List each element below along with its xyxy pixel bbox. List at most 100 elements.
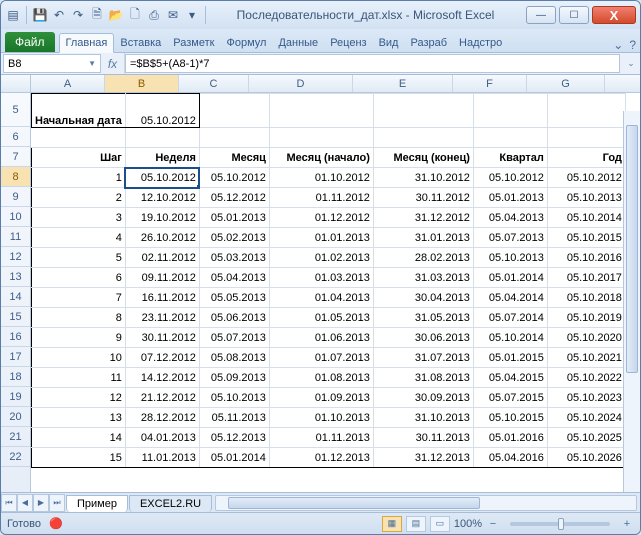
col-header-c[interactable]: C [179, 75, 249, 92]
tab-nav-prev-icon[interactable]: ◀ [17, 494, 33, 512]
cell[interactable]: 26.10.2012 [125, 228, 199, 248]
mail-icon[interactable]: ✉ [165, 7, 181, 23]
cell[interactable]: 05.08.2013 [199, 348, 269, 368]
minimize-button[interactable]: — [526, 6, 556, 24]
cell[interactable]: 05.10.2012 [473, 168, 547, 188]
cell[interactable]: 8 [32, 308, 126, 328]
cell[interactable]: 05.04.2016 [473, 448, 547, 468]
cell[interactable]: Год [547, 148, 625, 168]
formula-input[interactable]: =$B$5+(A8-1)*7 [125, 54, 620, 73]
cell[interactable]: 7 [32, 288, 126, 308]
cell[interactable] [373, 94, 473, 128]
cell[interactable]: 05.10.2018 [547, 288, 625, 308]
cell[interactable]: Месяц (начало) [269, 148, 373, 168]
cell[interactable]: 05.06.2013 [199, 308, 269, 328]
record-macro-icon[interactable]: 🔴 [49, 517, 63, 530]
cell[interactable]: 05.01.2014 [199, 448, 269, 468]
row-header[interactable]: 14 [1, 287, 30, 307]
row-header[interactable]: 8 [1, 167, 30, 187]
tab-nav-first-icon[interactable]: ⏮ [1, 494, 17, 512]
cell[interactable]: 23.11.2012 [125, 308, 199, 328]
row-header[interactable]: 11 [1, 227, 30, 247]
cell[interactable]: 01.03.2013 [269, 268, 373, 288]
maximize-button[interactable]: ☐ [559, 6, 589, 24]
col-header-g[interactable]: G [527, 75, 605, 92]
cell[interactable]: 21.12.2012 [125, 388, 199, 408]
row-header[interactable]: 15 [1, 307, 30, 327]
cell[interactable]: 05.09.2013 [199, 368, 269, 388]
row-header[interactable]: 12 [1, 247, 30, 267]
cell[interactable]: 01.10.2012 [269, 168, 373, 188]
sheet-tab-active[interactable]: Пример [66, 495, 128, 512]
save-icon[interactable]: 💾 [32, 7, 48, 23]
cell[interactable]: 01.07.2013 [269, 348, 373, 368]
cell[interactable]: 05.10.2015 [547, 228, 625, 248]
cell[interactable]: 12 [32, 388, 126, 408]
cell[interactable]: 01.04.2013 [269, 288, 373, 308]
cell[interactable]: 05.04.2014 [473, 288, 547, 308]
row-header[interactable]: 18 [1, 367, 30, 387]
tab-nav-next-icon[interactable]: ▶ [33, 494, 49, 512]
cell[interactable]: 07.12.2012 [125, 348, 199, 368]
cell[interactable]: 09.11.2012 [125, 268, 199, 288]
scrollbar-thumb[interactable] [228, 497, 480, 509]
fx-button[interactable]: fx [101, 53, 125, 74]
tab-addins[interactable]: Надстро [453, 34, 508, 52]
row-header[interactable]: 10 [1, 207, 30, 227]
cell[interactable]: 05.07.2015 [473, 388, 547, 408]
tab-insert[interactable]: Вставка [114, 34, 167, 52]
cell[interactable]: 30.11.2012 [373, 188, 473, 208]
cell[interactable] [373, 128, 473, 148]
cell[interactable]: 30.06.2013 [373, 328, 473, 348]
cell[interactable]: 30.11.2013 [373, 428, 473, 448]
open-icon[interactable]: 📂 [108, 7, 124, 23]
cell[interactable]: 01.08.2013 [269, 368, 373, 388]
cell[interactable] [473, 94, 547, 128]
ribbon-minimize-icon[interactable]: ⌄ [613, 38, 623, 52]
cell[interactable]: 05.10.2015 [473, 408, 547, 428]
cell[interactable]: 05.10.2012 [547, 168, 625, 188]
cell[interactable]: 05.10.2017 [547, 268, 625, 288]
cell[interactable] [199, 94, 269, 128]
zoom-out-button[interactable]: − [486, 518, 500, 530]
cell[interactable]: 05.01.2013 [199, 208, 269, 228]
cell[interactable]: 31.10.2012 [373, 168, 473, 188]
cell[interactable]: 31.03.2013 [373, 268, 473, 288]
cell[interactable]: 05.07.2013 [473, 228, 547, 248]
cell[interactable]: 01.12.2012 [269, 208, 373, 228]
tab-review[interactable]: Реценз [324, 34, 372, 52]
undo-icon[interactable]: ↶ [51, 7, 67, 23]
row-header[interactable]: 22 [1, 447, 30, 467]
cell[interactable]: 01.01.2013 [269, 228, 373, 248]
tab-view[interactable]: Вид [373, 34, 405, 52]
cell[interactable]: 05.10.2016 [547, 248, 625, 268]
row-header[interactable]: 19 [1, 387, 30, 407]
cell[interactable]: 01.02.2013 [269, 248, 373, 268]
print-preview-icon[interactable]: 🗎 [89, 7, 105, 23]
tab-nav-last-icon[interactable]: ⏭ [49, 494, 65, 512]
cell[interactable]: 05.10.2025 [547, 428, 625, 448]
zoom-in-button[interactable]: + [620, 518, 634, 530]
cell[interactable]: Месяц (конец) [373, 148, 473, 168]
cell[interactable]: Месяц [199, 148, 269, 168]
close-button[interactable]: X [592, 6, 636, 24]
cell[interactable]: 2 [32, 188, 126, 208]
col-header-f[interactable]: F [453, 75, 527, 92]
file-tab[interactable]: Файл [5, 32, 55, 52]
cell[interactable]: 31.12.2013 [373, 448, 473, 468]
cell[interactable] [473, 128, 547, 148]
cell[interactable]: 05.10.2020 [547, 328, 625, 348]
cell[interactable]: 28.02.2013 [373, 248, 473, 268]
tab-data[interactable]: Данные [272, 34, 324, 52]
redo-icon[interactable]: ↷ [70, 7, 86, 23]
cell[interactable]: 05.10.2013 [547, 188, 625, 208]
cell[interactable]: 05.10.2012 [199, 168, 269, 188]
cell[interactable] [199, 128, 269, 148]
select-all-corner[interactable] [1, 75, 31, 92]
cell[interactable]: 01.10.2013 [269, 408, 373, 428]
cell[interactable]: 05.12.2012 [199, 188, 269, 208]
sheet-tab[interactable]: EXCEL2.RU [129, 495, 212, 512]
cell[interactable]: 30.04.2013 [373, 288, 473, 308]
row-header[interactable]: 16 [1, 327, 30, 347]
col-header-b[interactable]: B [105, 75, 179, 92]
